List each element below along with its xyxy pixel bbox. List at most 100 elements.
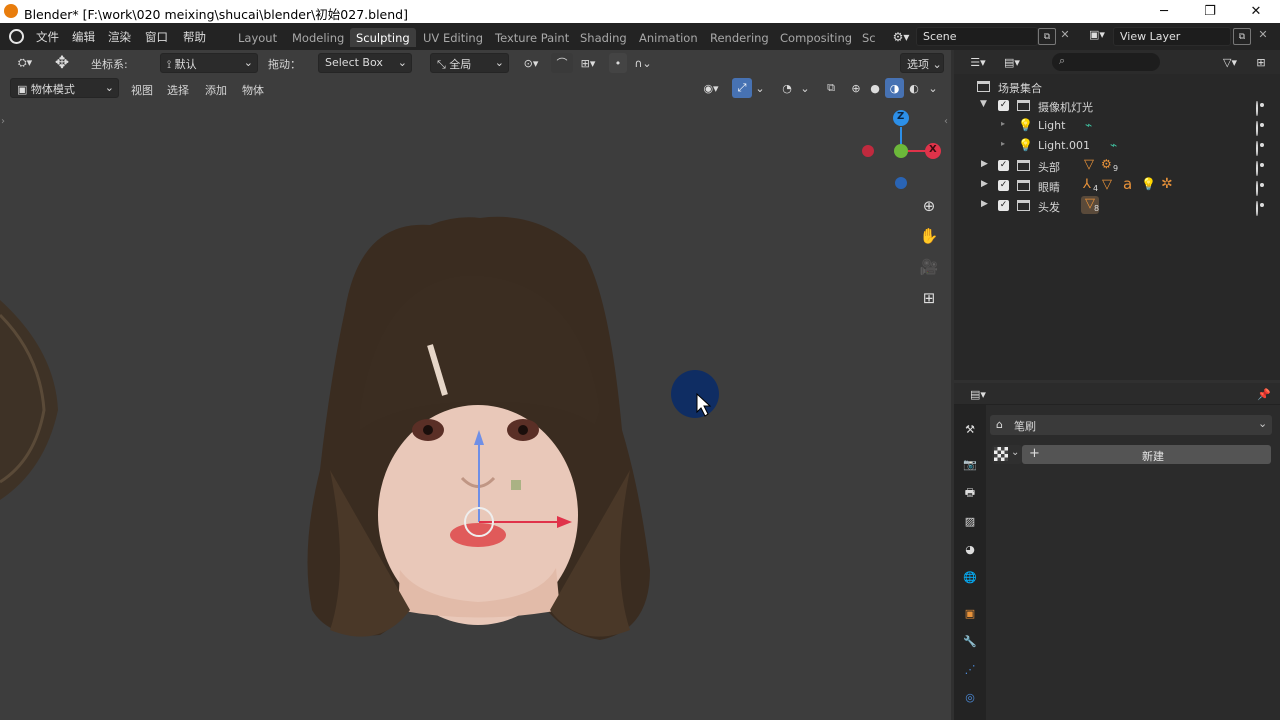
expand-arrow-icon[interactable]: ▼ [980,99,987,109]
maximize-button[interactable]: ❐ [1187,0,1233,23]
tab-compositing[interactable]: Compositing [774,28,858,47]
exclude-checkbox[interactable]: ✓ [998,160,1009,171]
grid-perspective-icon[interactable]: ⊞ [918,287,940,309]
properties-tab-strip: ⚒ 📷 🖶 ▨ ◕ 🌐 ▣ 🔧 ⋰ ◎ [954,405,986,720]
outliner-item-label: 眼睛 [1038,181,1060,194]
close-button[interactable]: ✕ [1233,0,1279,23]
display-mode-icon[interactable]: ▤▾ [998,53,1026,71]
tab-overflow[interactable]: Sc [856,28,882,47]
eye-icon[interactable] [1256,141,1258,156]
eye-icon[interactable] [1256,121,1258,136]
expand-arrow-icon[interactable]: ▶ [981,179,988,189]
outliner-row-light-001[interactable]: ▸ 💡 Light.001 ⌁ [954,136,1280,156]
light-data-icon[interactable]: ⌁ [1085,118,1092,132]
camera-view-icon[interactable]: 🎥 [918,256,940,278]
menu-render[interactable]: 渲染 [108,29,131,45]
delete-view-layer-icon[interactable]: ✕ [1256,28,1270,41]
tab-texture-paint[interactable]: Texture Paint [489,28,575,47]
cursor-highlight [671,370,719,418]
new-brush-button[interactable]: + 新建 [1022,445,1271,464]
light-data-icon[interactable]: ⌁ [1110,138,1117,152]
tab-layout[interactable]: Layout [232,28,283,47]
tab-rendering[interactable]: Rendering [704,28,775,47]
scene-name-field[interactable]: Scene [916,27,1038,46]
new-view-layer-icon[interactable]: ⧉ [1233,28,1251,45]
brush-preview-icon [994,447,1008,461]
hair-object-left[interactable] [0,300,58,500]
menu-help[interactable]: 帮助 [183,29,206,45]
outliner-panel[interactable]: ☰▾ ▤▾ ⌕ ▽▾ ⊞ 场景集合 ▼ ✓ 摄像机灯光 ▸ 💡 Light ⌁ … [954,50,1280,380]
child-count-badge: 4 [1093,184,1099,193]
brush-preview-dropdown[interactable]: ⌄ [992,445,1022,464]
zoom-icon[interactable]: ⊕ [918,195,940,217]
expand-arrow-icon[interactable]: ▸ [1001,119,1005,128]
properties-panel[interactable]: ▤▾ 📌 ⚒ 📷 🖶 ▨ ◕ 🌐 ▣ 🔧 ⋰ ◎ ⌂ 笔刷 ⌄ ⌄ + 新建 [954,383,1280,720]
tool-settings-tab-icon[interactable]: ⚒ [962,421,978,437]
light-bulb-icon[interactable]: 💡 [1141,177,1156,191]
pin-icon[interactable]: 📌 [1256,386,1272,402]
view-layer-tab-icon[interactable]: ▨ [962,513,978,529]
editor-type-icon[interactable]: ▤▾ [964,386,992,402]
outliner-row-light[interactable]: ▸ 💡 Light ⌁ [954,116,1280,136]
tab-sculpting[interactable]: Sculpting [350,28,416,47]
physics-tab-icon[interactable]: ◎ [962,689,978,705]
tab-modeling[interactable]: Modeling [286,28,350,47]
menu-edit[interactable]: 编辑 [72,29,95,45]
particles-tab-icon[interactable]: ⋰ [962,661,978,677]
outliner-row-cameras-lights[interactable]: ▼ ✓ 摄像机灯光 [954,96,1280,116]
outliner-root-label: 场景集合 [998,82,1042,95]
view-layer-field[interactable]: View Layer [1113,27,1231,46]
new-collection-icon[interactable]: ⊞ [1252,53,1270,71]
eye-icon[interactable] [1256,181,1258,196]
menu-file[interactable]: 文件 [36,29,59,45]
render-tab-icon[interactable]: 📷 [962,456,978,472]
scene-selector-icon[interactable]: ⚙▾ [887,28,915,46]
outliner-row-hair[interactable]: ▶ ✓ 头发 ▽ 8 [954,196,1280,216]
tab-uv-editing[interactable]: UV Editing [417,28,489,47]
3d-viewport[interactable]: ⛭▾ ✥ 坐标系: ⟟ 默认 ⌄ 拖动： Select Box ⌄ ⤡ 全局 ⌄ ⊙▾… [0,50,1262,720]
exclude-checkbox[interactable]: ✓ [998,180,1009,191]
eye-icon[interactable] [1256,161,1258,176]
editor-type-icon[interactable]: ☰▾ [964,53,992,71]
expand-arrow-icon[interactable]: ▶ [981,199,988,209]
menu-window[interactable]: 窗口 [145,29,168,45]
outliner-row-head[interactable]: ▶ ✓ 头部 ▽ ⚙ 9 [954,156,1280,176]
camera-icon[interactable]: ⚙ [1101,157,1112,171]
empty-object-icon[interactable]: ✲ [1161,176,1173,192]
exclude-checkbox[interactable]: ✓ [998,100,1009,111]
mesh-icon[interactable]: ▽ [1084,157,1094,172]
new-scene-icon[interactable]: ⧉ [1038,28,1056,45]
filter-icon[interactable]: ▽▾ [1216,53,1244,71]
expand-arrow-icon[interactable]: ▶ [981,159,988,169]
text-object-icon[interactable]: a [1123,175,1132,193]
collection-icon [1017,100,1030,111]
pan-hand-icon[interactable]: ✋ [918,225,940,247]
output-tab-icon[interactable]: 🖶 [962,485,978,501]
modifier-tab-icon[interactable]: 🔧 [962,633,978,649]
mesh-icon[interactable]: ▽ [1102,177,1112,192]
world-tab-icon[interactable]: 🌐 [962,569,978,585]
gizmo-x-label: X [929,144,937,155]
character-head[interactable] [307,216,651,640]
brush-icon: ⌂ [996,418,1003,431]
tab-shading[interactable]: Shading [574,28,633,47]
expand-arrow-icon[interactable]: ▸ [1001,139,1005,148]
minimize-button[interactable]: ─ [1141,0,1187,23]
scene-tab-icon[interactable]: ◕ [962,541,978,557]
viewport-scene[interactable] [0,50,951,720]
brush-panel-header[interactable]: ⌂ 笔刷 ⌄ [990,415,1272,435]
outliner-root[interactable]: 场景集合 [954,77,1280,97]
exclude-checkbox[interactable]: ✓ [998,200,1009,211]
window-title: Blender* [F:\work\020 meixing\shucai\ble… [24,7,408,22]
outliner-row-eyes[interactable]: ▶ ✓ 眼睛 ⅄ 4 ▽ a 💡 ✲ [954,175,1280,196]
eye-icon[interactable] [1256,101,1258,116]
delete-scene-icon[interactable]: ✕ [1058,28,1072,41]
tab-animation[interactable]: Animation [633,28,704,47]
eye-icon[interactable] [1256,201,1258,216]
blender-menu-icon[interactable] [9,29,24,44]
view-layer-selector-icon[interactable]: ▣▾ [1083,28,1111,41]
collection-icon [977,81,990,92]
armature-icon[interactable]: ⅄ [1083,177,1091,192]
object-tab-icon[interactable]: ▣ [962,605,978,621]
outliner-search-input[interactable]: ⌕ [1052,53,1160,71]
